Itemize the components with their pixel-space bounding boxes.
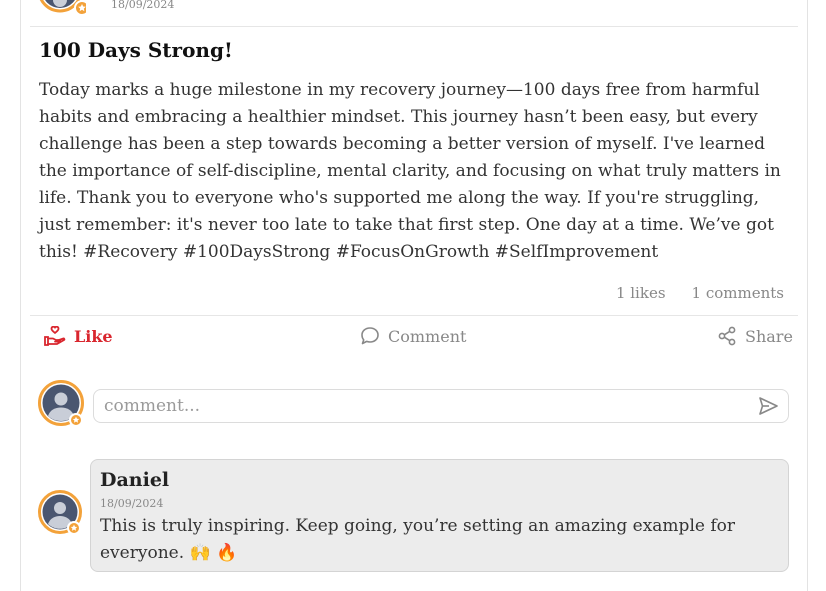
post-author-avatar[interactable] bbox=[36, 0, 90, 16]
post-stats: 1 likes 1 comments bbox=[616, 284, 784, 302]
comment-date: 18/09/2024 bbox=[100, 497, 164, 510]
user-avatar-icon bbox=[38, 490, 82, 535]
post-title: 100 Days Strong! bbox=[39, 38, 233, 62]
comment-input[interactable] bbox=[93, 389, 789, 423]
comments-count[interactable]: 1 comments bbox=[692, 284, 784, 302]
share-nodes-icon bbox=[718, 326, 736, 346]
divider bbox=[30, 315, 798, 316]
send-comment-button[interactable] bbox=[757, 396, 779, 416]
comment-author-avatar[interactable] bbox=[38, 490, 84, 536]
send-arrow-icon bbox=[759, 397, 778, 415]
user-avatar-icon bbox=[38, 380, 84, 427]
comment-button[interactable]: Comment bbox=[360, 326, 466, 346]
hand-heart-icon bbox=[44, 326, 66, 346]
divider bbox=[30, 26, 798, 27]
comment-text: This is truly inspiring. Keep going, you… bbox=[100, 516, 735, 563]
share-label: Share bbox=[745, 326, 793, 346]
like-button[interactable]: Like bbox=[44, 326, 113, 346]
likes-count[interactable]: 1 likes bbox=[616, 284, 666, 302]
share-button[interactable]: Share bbox=[717, 326, 793, 346]
comment-label: Comment bbox=[388, 326, 467, 346]
speech-bubble-icon bbox=[361, 327, 379, 345]
post-body: Today marks a huge milestone in my recov… bbox=[39, 80, 781, 262]
current-user-avatar[interactable] bbox=[38, 380, 86, 427]
comment-bubble: Daniel 18/09/2024 This is truly inspirin… bbox=[90, 459, 789, 572]
comment-author-name[interactable]: Daniel bbox=[100, 469, 169, 491]
user-avatar-icon bbox=[39, 0, 90, 16]
like-label: Like bbox=[74, 326, 113, 346]
post-date: 18/09/2024 bbox=[111, 0, 175, 11]
